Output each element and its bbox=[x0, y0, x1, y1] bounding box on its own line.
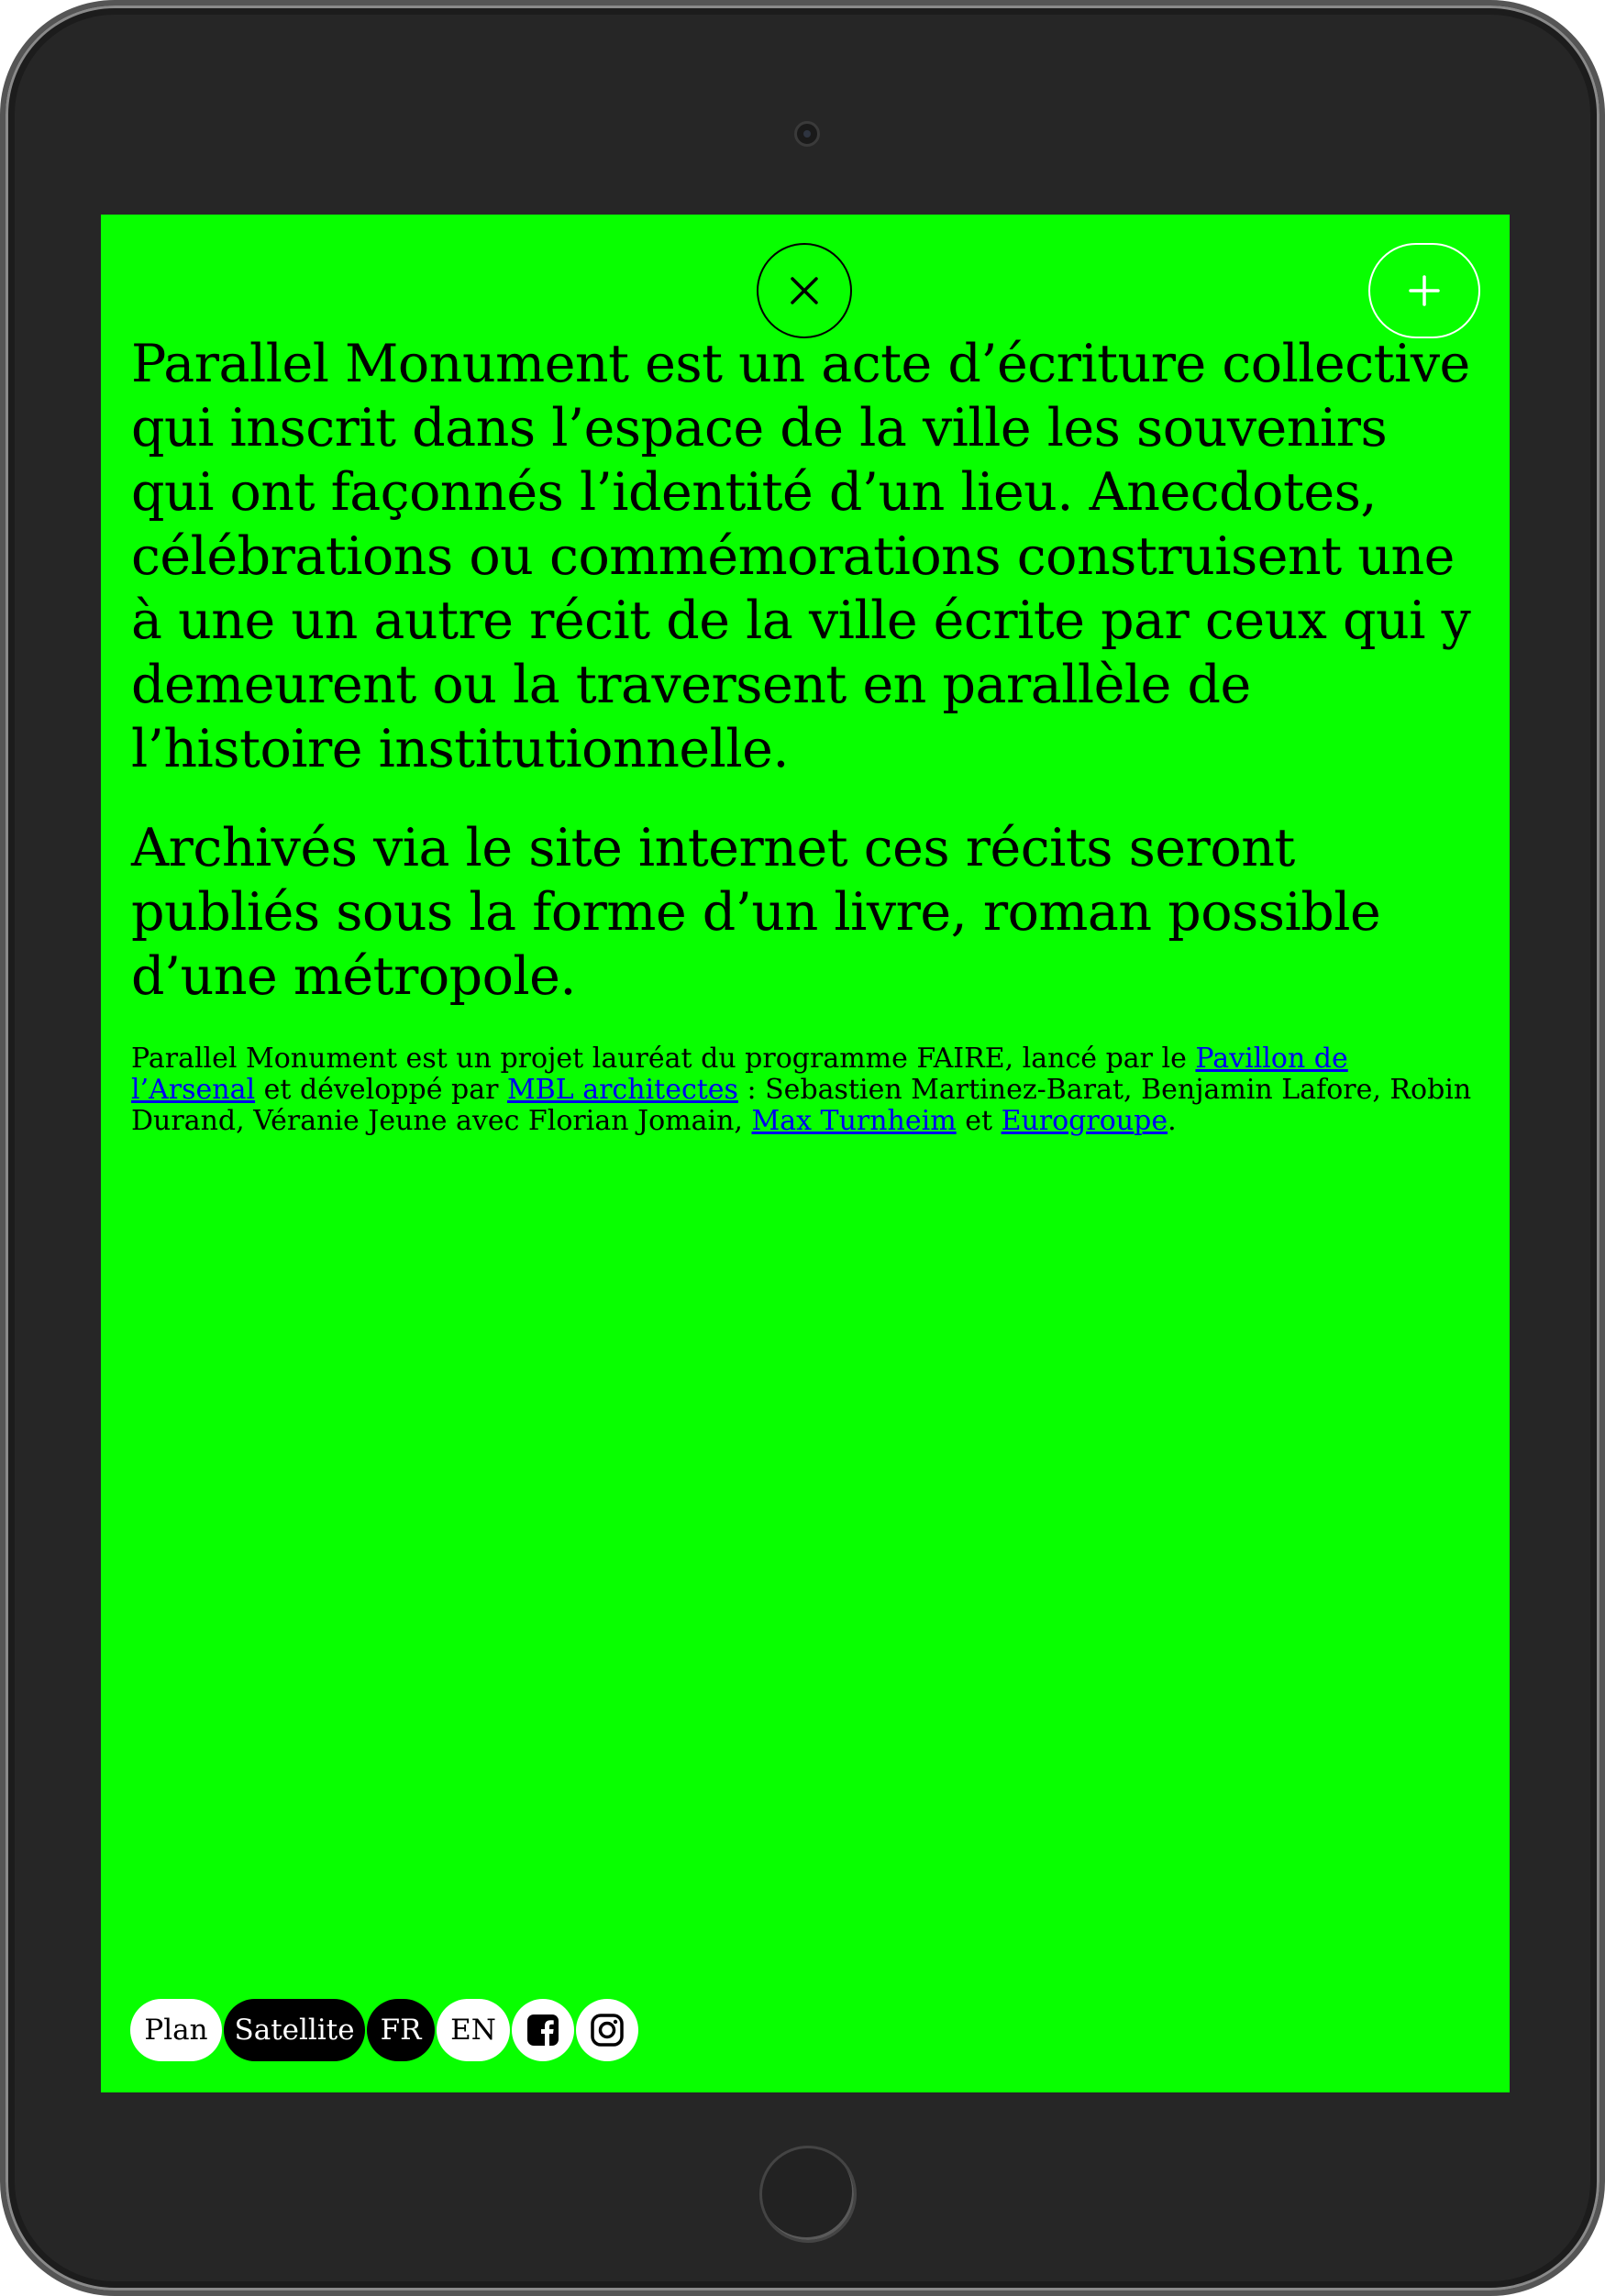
instagram-icon bbox=[591, 2014, 624, 2047]
close-icon bbox=[791, 277, 818, 304]
intro-paragraph-1: Parallel Monument est un acte d’écriture… bbox=[131, 334, 1471, 779]
add-button[interactable] bbox=[1368, 243, 1480, 338]
language-fr-button[interactable]: FR bbox=[367, 1999, 435, 2061]
eurogroupe-link[interactable]: Eurogroupe bbox=[1002, 1105, 1168, 1137]
facebook-icon bbox=[527, 2015, 559, 2046]
plan-view-button[interactable]: Plan bbox=[130, 1999, 222, 2061]
intro-paragraph-2: Archivés via le site internet ces récits… bbox=[131, 818, 1381, 1007]
front-camera bbox=[794, 121, 820, 147]
facebook-button[interactable] bbox=[512, 1999, 574, 2061]
mbl-architectes-link[interactable]: MBL architectes bbox=[507, 1074, 738, 1106]
instagram-button[interactable] bbox=[576, 1999, 638, 2061]
home-button[interactable] bbox=[759, 2146, 857, 2243]
credits-text-part: . bbox=[1168, 1105, 1177, 1137]
satellite-view-button[interactable]: Satellite bbox=[224, 1999, 365, 2061]
bottom-toolbar: Plan Satellite FR EN bbox=[130, 1997, 640, 2063]
credits-text-part: et bbox=[956, 1105, 1002, 1137]
max-turnheim-link[interactable]: Max Turnheim bbox=[752, 1105, 957, 1137]
screen: Parallel Monument est un acte d’écriture… bbox=[101, 215, 1510, 2092]
language-en-button[interactable]: EN bbox=[437, 1999, 510, 2061]
plus-icon bbox=[1409, 275, 1440, 306]
about-content: Parallel Monument est un acte d’écriture… bbox=[131, 332, 1479, 1137]
credits-text: Parallel Monument est un projet lauréat … bbox=[131, 1043, 1479, 1137]
tablet-frame: Parallel Monument est un acte d’écriture… bbox=[0, 0, 1605, 2296]
close-button[interactable] bbox=[757, 243, 852, 338]
credits-text-part: Parallel Monument est un projet lauréat … bbox=[131, 1043, 1196, 1075]
credits-text-part: et développé par bbox=[255, 1074, 507, 1106]
